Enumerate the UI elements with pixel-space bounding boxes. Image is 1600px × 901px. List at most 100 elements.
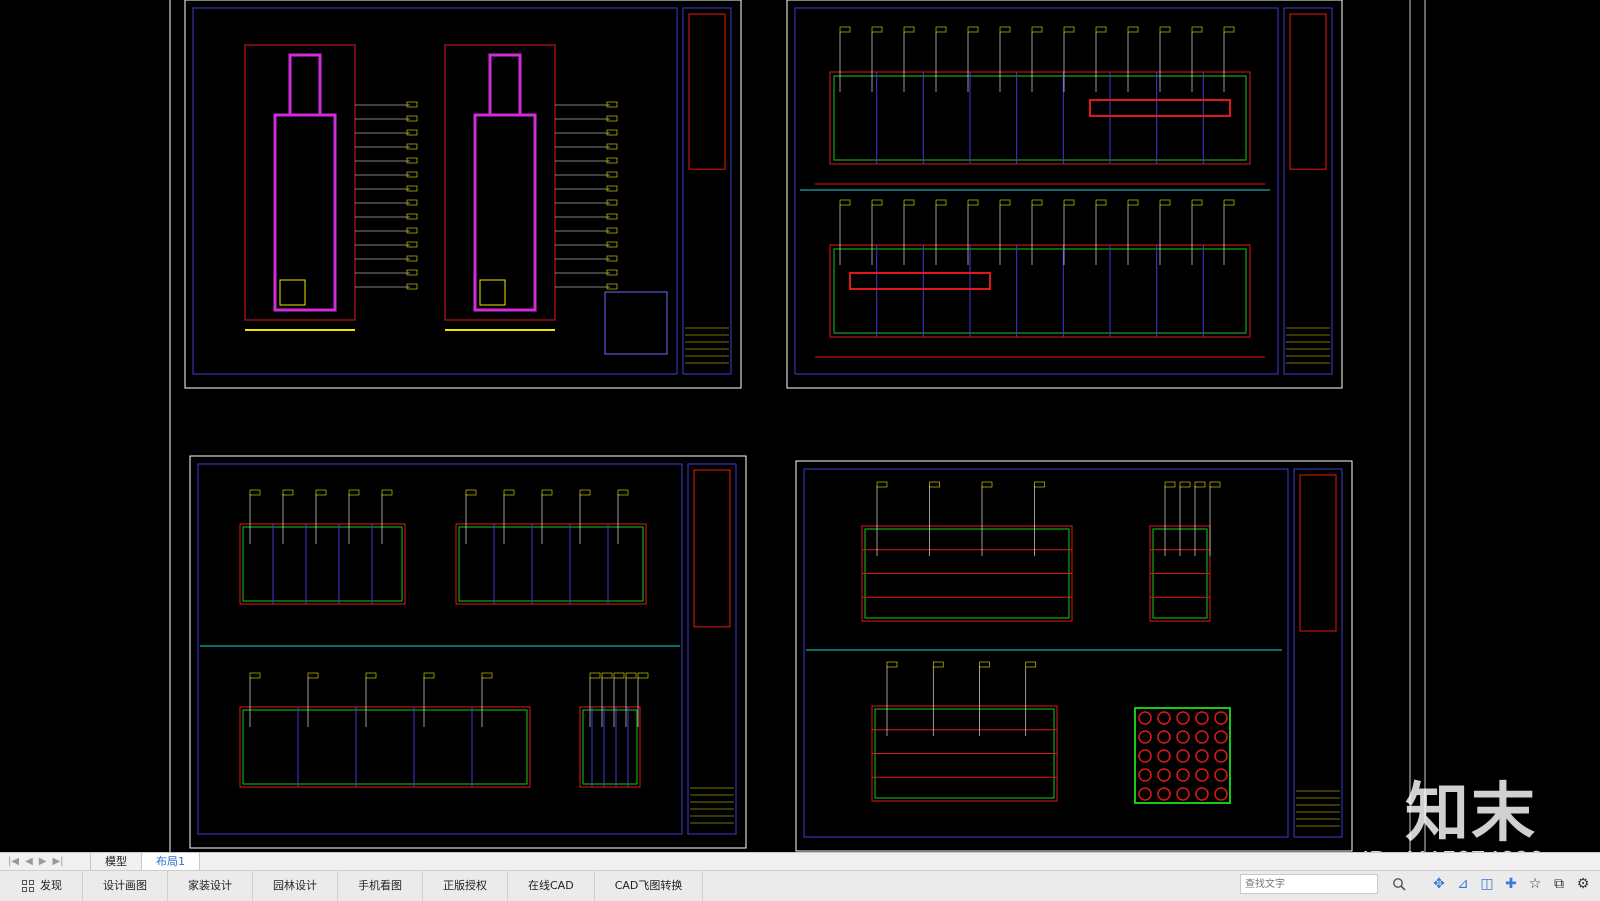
elevation-1 [829,71,1251,165]
leader-tag [1164,481,1176,488]
leader-tag [465,489,477,496]
sheet-1-title-red [688,13,726,170]
home-design-button[interactable]: 家装设计 [168,871,253,901]
leader-tag [503,489,515,496]
mobile-view-button[interactable]: 手机看图 [338,871,423,901]
search-text-input[interactable] [1240,874,1378,894]
sheet-2-title-red [1289,13,1327,170]
landscape-design-button[interactable]: 园林设计 [253,871,338,901]
elevation-2-panel [833,248,1247,334]
prev-tab-icon[interactable]: ◀ [25,853,33,870]
leader-tag [541,489,553,496]
plan-1-corridor [288,53,322,117]
tab-model[interactable]: 模型 [90,853,142,870]
leader-tag [1127,199,1139,206]
leader-tag [406,283,418,290]
ceiling-light [1214,730,1228,744]
leader-tag [601,672,613,679]
ceiling-light [1157,768,1171,782]
view-cube-icon[interactable]: ⧉ [1550,874,1568,894]
leader-tag [606,115,618,122]
leader-tag [1063,26,1075,33]
ceiling-light [1214,711,1228,725]
layout-drawing[interactable] [0,0,1600,852]
ceiling-light [1176,749,1190,763]
next-tab-icon[interactable]: ▶ [39,853,47,870]
leader-tag [1063,199,1075,206]
leader-tag [606,143,618,150]
tab-layout1[interactable]: 布局1 [142,853,200,870]
leader-tag [871,26,883,33]
ceiling-light [1195,711,1209,725]
leader-tag [589,672,601,679]
elev-3-1-panel [242,526,403,602]
ceiling-light [1176,711,1190,725]
leader-tag [348,489,360,496]
last-tab-icon[interactable]: ▶| [52,853,63,870]
leader-tag [613,672,625,679]
leader-tag [606,129,618,136]
ceiling-light [1195,749,1209,763]
license-button[interactable]: 正版授权 [423,871,508,901]
leader-tag [935,26,947,33]
ceiling-light [1157,749,1171,763]
leader-tag [871,199,883,206]
leader-tag [606,241,618,248]
leader-tag [406,199,418,206]
leader-tag [967,199,979,206]
discover-button[interactable]: 发现 [0,871,83,901]
leader-tag [606,283,618,290]
leader-tag [839,26,851,33]
leader-tag [406,115,418,122]
osnap-icon[interactable]: ◫ [1478,874,1496,894]
favorite-icon[interactable]: ☆ [1526,874,1544,894]
ceiling-light [1138,787,1152,801]
elev-3-4 [579,706,641,788]
leader-tag [406,185,418,192]
plan-fixture [479,279,506,306]
leader-tag [406,241,418,248]
leader-tag [929,481,940,488]
leader-tag [406,227,418,234]
leader-tag [606,101,618,108]
leader-tag [606,213,618,220]
first-tab-icon[interactable]: |◀ [8,853,19,870]
leader-tag [1031,26,1043,33]
tab-navigation: |◀ ◀ ▶ ▶| [0,853,90,870]
leader-tag [606,199,618,206]
ceiling-light [1176,730,1190,744]
signage-text-band [849,272,991,290]
snap-icon[interactable]: ✥ [1430,874,1448,894]
elev-3-4-panel [582,709,638,785]
cad-convert-button[interactable]: CAD飞图转换 [595,871,704,901]
leader-tag [406,255,418,262]
ortho-icon[interactable]: ⊿ [1454,874,1472,894]
design-drawing-button[interactable]: 设计画图 [83,871,168,901]
leader-tag [886,661,898,668]
ceiling-light [1195,787,1209,801]
sheet-2-frame [786,0,1343,389]
leader-tag [249,672,261,679]
leader-tag [406,129,418,136]
leader-tag [579,489,591,496]
search-icon[interactable] [1392,877,1406,891]
leader-tag [315,489,327,496]
ceiling-light [1214,768,1228,782]
leader-tag [999,199,1011,206]
sheet-4-border [803,468,1289,838]
settings-icon[interactable]: ⚙ [1574,874,1592,894]
sheet-2-border [794,7,1279,375]
leader-tag [249,489,261,496]
grid-icon [22,880,34,892]
leader-tag [307,672,319,679]
cad-drawing-canvas[interactable]: 知末 ID: 1115074696 [0,0,1600,852]
leader-tag [625,672,637,679]
leader-tag [1159,199,1171,206]
sheet-4-frame [795,460,1353,852]
online-cad-button[interactable]: 在线CAD [508,871,595,901]
crosshair-icon[interactable]: ✚ [1502,874,1520,894]
leader-tag [406,269,418,276]
ceiling-light [1138,768,1152,782]
ceiling-light [1176,768,1190,782]
leader-tag [981,481,993,488]
